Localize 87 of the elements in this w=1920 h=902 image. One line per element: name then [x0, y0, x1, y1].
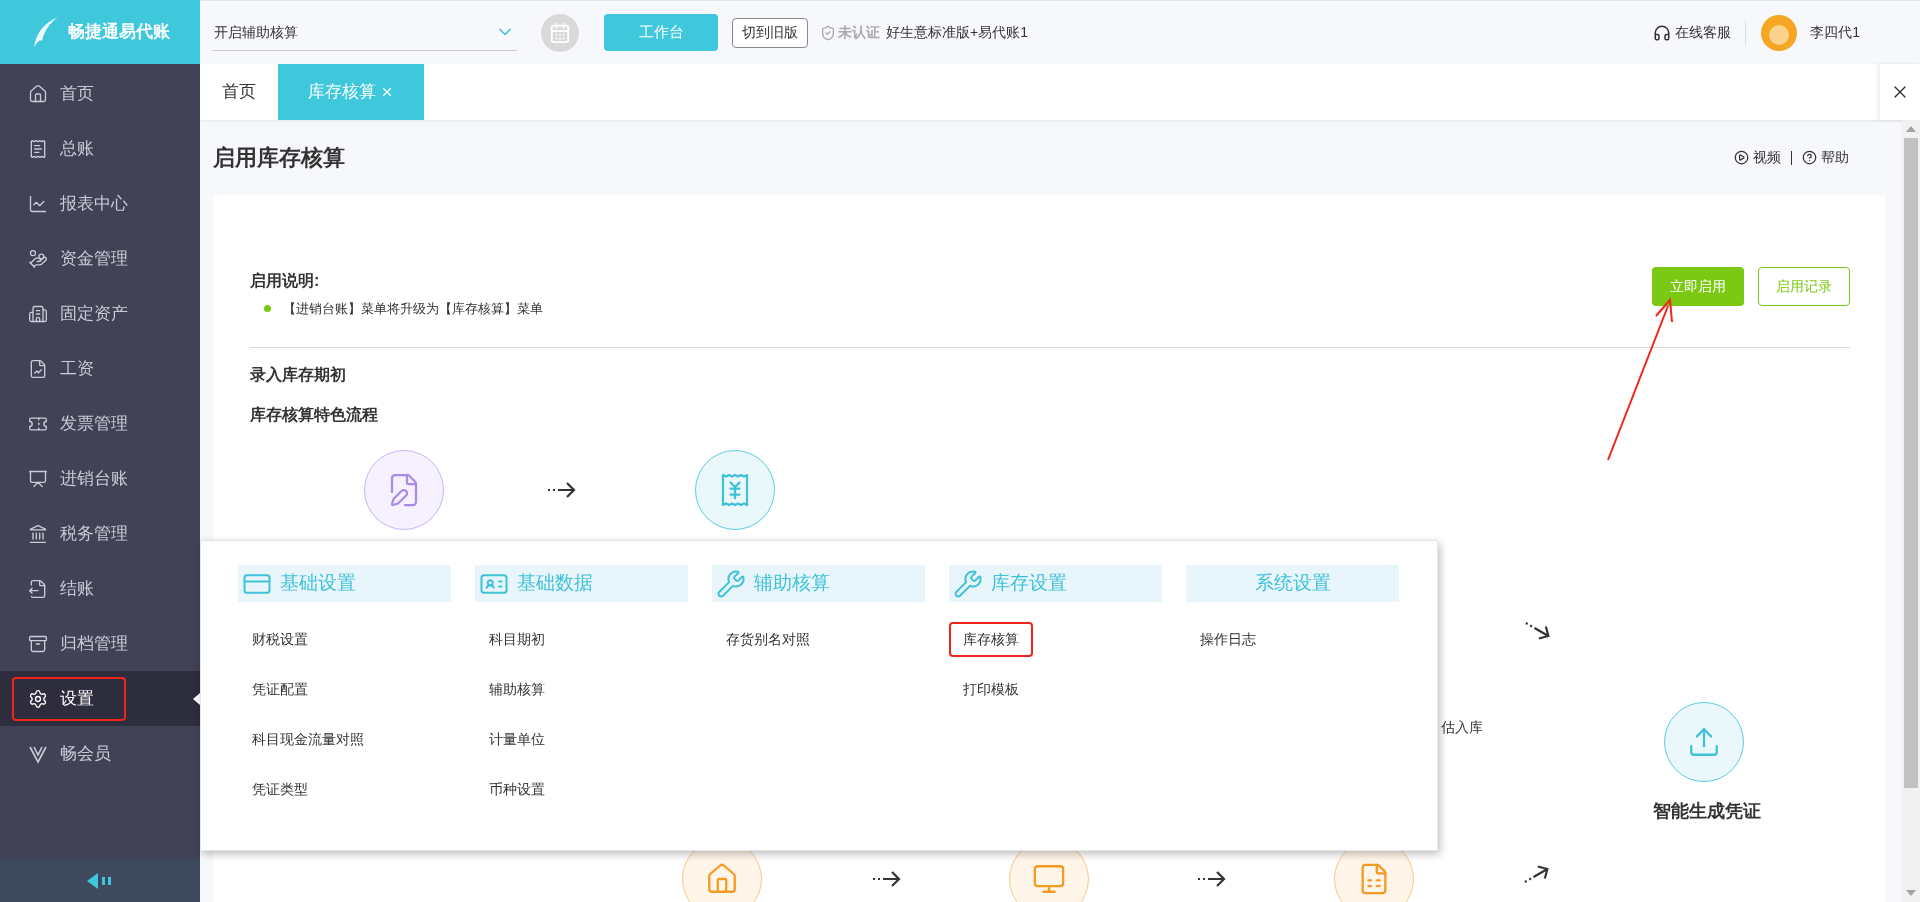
notes-title: 启用说明:	[250, 271, 321, 291]
bullet-icon	[264, 305, 271, 313]
close-tab-icon[interactable]	[380, 85, 394, 99]
sidebar-label: 固定资产	[60, 302, 128, 325]
page-title: 启用库存核算	[213, 144, 345, 172]
sidebar-item[interactable]: 报表中心	[0, 176, 200, 231]
file-export-icon	[28, 578, 48, 599]
scrollbar[interactable]	[1902, 120, 1920, 902]
user-name: 李四代1	[1810, 23, 1860, 42]
sidebar-item[interactable]: 首页	[0, 66, 200, 121]
sidebar-item[interactable]: 进销台账	[0, 451, 200, 506]
video-link[interactable]: 视频	[1734, 147, 1781, 168]
wrench-icon	[716, 568, 746, 599]
menu-section-header: 基础数据	[475, 565, 688, 602]
calendar-button[interactable]	[541, 13, 579, 52]
flow-label: 估入库	[1441, 718, 1483, 737]
logo-text: 畅捷通易代账	[68, 21, 170, 44]
avatar[interactable]	[1760, 13, 1799, 52]
home-icon	[28, 83, 48, 104]
sidebar-label: 工资	[60, 357, 94, 380]
flow-label: 智能生成凭证	[1653, 800, 1761, 823]
building-icon	[28, 303, 48, 324]
export-icon	[1687, 725, 1721, 759]
sidebar-label: 总账	[60, 137, 94, 160]
menu-section-header: 系统设置	[1186, 565, 1399, 602]
menu-item[interactable]: 库存核算	[949, 621, 1033, 657]
sidebar-item[interactable]: 税务管理	[0, 506, 200, 561]
sidebar-item[interactable]: 总账	[0, 121, 200, 176]
archive-icon	[28, 633, 48, 654]
wrench-icon	[953, 568, 983, 599]
menu-item[interactable]: 操作日志	[1186, 621, 1270, 657]
switch-version-button[interactable]: 切到旧版	[732, 17, 808, 48]
section-heading: 录入库存期初	[250, 364, 347, 385]
chart-icon	[28, 193, 48, 214]
headset-icon	[1653, 23, 1672, 42]
sidebar-item[interactable]: 归档管理	[0, 616, 200, 671]
sidebar-item[interactable]: 固定资产	[0, 286, 200, 341]
select-field[interactable]: 开启辅助核算	[212, 14, 517, 51]
support-link[interactable]: 在线客服	[1675, 22, 1732, 43]
menu-item[interactable]: 打印模板	[949, 671, 1033, 707]
sidebar-label: 报表中心	[60, 192, 128, 215]
menu-section-header: 辅助核算	[712, 565, 925, 602]
bank-icon	[28, 523, 48, 544]
sidebar-label: 税务管理	[60, 522, 128, 545]
sidebar-item[interactable]: 设置	[0, 671, 200, 726]
note-text: 【进销台账】菜单将升级为【库存核算】菜单	[283, 300, 543, 318]
menu-section-header: 库存设置	[949, 565, 1162, 602]
board-icon	[28, 468, 48, 489]
calendar-icon	[549, 21, 571, 44]
sidebar-label: 发票管理	[60, 412, 128, 435]
cert-status: 未认证	[838, 23, 880, 42]
receipt-icon	[28, 138, 48, 159]
section-heading: 库存核算特色流程	[250, 404, 379, 425]
sidebar-label: 首页	[60, 82, 94, 105]
sidebar-label: 结账	[60, 577, 94, 600]
collapse-icon	[87, 873, 113, 889]
sidebar-item[interactable]: 资金管理	[0, 231, 200, 286]
menu-item[interactable]: 科目现金流量对照	[238, 721, 378, 757]
sidebar-item[interactable]: 发票管理	[0, 396, 200, 451]
menu-item[interactable]: 财税设置	[238, 621, 322, 657]
sidebar-item[interactable]: 工资	[0, 341, 200, 396]
menu-item[interactable]: 科目期初	[475, 621, 559, 657]
sidebar-label: 设置	[60, 687, 94, 710]
menu-item[interactable]: 币种设置	[475, 771, 559, 807]
sidebar-item[interactable]: 结账	[0, 561, 200, 616]
sidebar-label: 归档管理	[60, 632, 128, 655]
menu-item[interactable]: 辅助核算	[475, 671, 559, 707]
menu-item[interactable]: 凭证配置	[238, 671, 322, 707]
menu-item[interactable]: 凭证类型	[238, 771, 322, 807]
sidebar-label: 资金管理	[60, 247, 128, 270]
menu-item[interactable]: 存货别名对照	[712, 621, 824, 657]
sidebar-item[interactable]: 畅会员	[0, 726, 200, 781]
play-icon	[1734, 150, 1749, 165]
tab[interactable]: 首页	[200, 64, 278, 120]
sidebar-label: 进销台账	[60, 467, 128, 490]
monitor-icon	[1032, 862, 1066, 896]
menu-item[interactable]: 计量单位	[475, 721, 559, 757]
help-icon	[1802, 150, 1817, 165]
shield-icon	[820, 24, 836, 41]
settings-icon	[28, 688, 48, 709]
help-link[interactable]: 帮助	[1802, 147, 1849, 168]
house-icon	[705, 862, 739, 896]
collapse-button[interactable]	[0, 860, 200, 902]
menu-section-header: 基础设置	[238, 565, 451, 602]
product-name: 好生意标准版+易代账1	[886, 23, 1028, 42]
report-icon	[28, 358, 48, 379]
sidebar-label: 畅会员	[60, 742, 111, 765]
